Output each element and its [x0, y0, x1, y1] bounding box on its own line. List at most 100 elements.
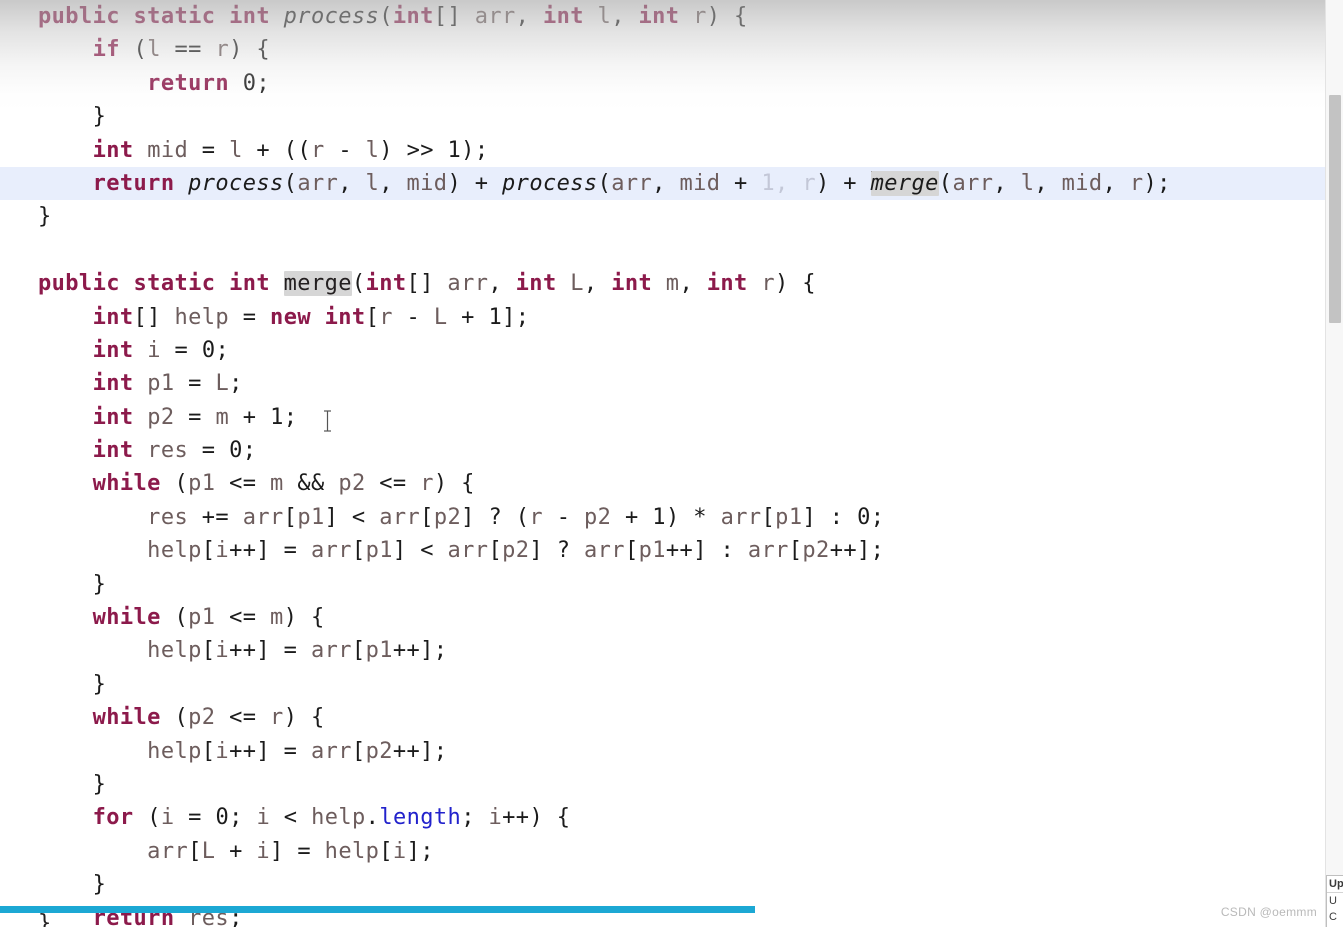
identifier-m: m: [270, 605, 284, 631]
punctuation: ,: [338, 170, 366, 196]
operator-lte: <=: [379, 471, 407, 497]
code-line[interactable]: public static int process(int[] arr, int…: [0, 0, 1343, 33]
code-line-blank[interactable]: [0, 234, 1343, 267]
code-line[interactable]: }: [0, 100, 1343, 133]
vertical-scrollbar-thumb[interactable]: [1329, 95, 1341, 323]
code-line[interactable]: public static int merge(int[] arr, int L…: [0, 267, 1343, 300]
code-line[interactable]: help[i++] = arr[p2++];: [0, 735, 1343, 768]
punctuation: ,: [652, 170, 680, 196]
punctuation: ;: [215, 337, 230, 363]
identifier-p1: p1: [775, 504, 803, 530]
operator-plus-assign: +=: [201, 504, 230, 530]
punctuation: ,: [515, 4, 543, 29]
number-literal: 0: [242, 70, 257, 96]
identifier-i: i: [215, 738, 230, 764]
identifier-arr: arr: [720, 504, 762, 530]
identifier-p2: p2: [584, 504, 612, 530]
punctuation: ): [665, 504, 680, 530]
punctuation: (: [174, 471, 189, 497]
keyword-for: for: [92, 805, 134, 831]
identifier-p2: p2: [365, 738, 393, 764]
code-line[interactable]: int i = 0;: [0, 334, 1343, 367]
identifier-l: l: [365, 170, 380, 196]
punctuation: (: [515, 504, 530, 530]
code-line[interactable]: }: [0, 868, 1343, 901]
code-line[interactable]: int mid = l + ((r - l) >> 1);: [0, 134, 1343, 167]
keyword-while: while: [92, 605, 161, 631]
operator-ternary: ?: [556, 538, 571, 564]
corner-panel-row[interactable]: Up: [1327, 876, 1343, 893]
punctuation: ,: [611, 4, 639, 29]
corner-panel-row[interactable]: C: [1327, 909, 1343, 925]
identifier-arr: arr: [584, 538, 625, 564]
code-line[interactable]: }: [0, 768, 1343, 801]
code-line[interactable]: res += arr[p1] < arr[p2] ? (r - p2 + 1) …: [0, 501, 1343, 534]
code-line[interactable]: }: [0, 200, 1343, 233]
operator-ternary: ?: [488, 504, 503, 530]
horizontal-scrollbar-track[interactable]: [0, 906, 1325, 913]
punctuation: ,: [993, 170, 1021, 196]
code-line[interactable]: while (p1 <= m) {: [0, 601, 1343, 634]
code-line[interactable]: }: [0, 668, 1343, 701]
keyword-int: int: [542, 4, 584, 29]
keyword-return: return: [147, 70, 230, 96]
identifier-p2: p2: [502, 538, 530, 564]
code-line[interactable]: help[i++] = arr[p1] < arr[p2] ? arr[p1++…: [0, 534, 1343, 567]
identifier-l: l: [1020, 170, 1035, 196]
method-name-process[interactable]: process: [284, 4, 380, 29]
identifier-arr: arr: [379, 504, 421, 530]
punctuation: ) +: [815, 170, 871, 196]
punctuation: [: [420, 504, 434, 530]
identifier-m: m: [270, 471, 284, 497]
punctuation: ) {: [283, 705, 325, 731]
number-literal: 0: [229, 438, 243, 464]
code-line-current[interactable]: return process(arr, l, mid) + process(ar…: [0, 166, 1343, 201]
code-line[interactable]: for (i = 0; i < help.length; i++) {: [0, 801, 1343, 834]
punctuation: [: [624, 538, 639, 564]
identifier-help: help: [147, 738, 202, 764]
code-line[interactable]: int p2 = m + 1;: [0, 401, 1343, 434]
identifier-p1: p1: [638, 538, 666, 564]
keyword-int: int: [229, 4, 270, 29]
code-line[interactable]: return 0;: [0, 67, 1343, 100]
identifier-m: m: [215, 404, 230, 430]
identifier-arr: arr: [242, 504, 284, 530]
code-line[interactable]: while (p1 <= m && p2 <= r) {: [0, 467, 1343, 500]
identifier-mid: mid: [406, 170, 448, 196]
punctuation: [: [488, 538, 503, 564]
punctuation: (: [133, 37, 148, 63]
code-line[interactable]: while (p2 <= r) {: [0, 701, 1343, 734]
operator-plus: + ((: [256, 137, 311, 163]
identifier-l: l: [147, 37, 161, 63]
closing-brace: }: [92, 571, 107, 597]
punctuation: ;: [256, 70, 271, 96]
editor-text-area[interactable]: public static int process(int[] arr, int…: [0, 0, 1343, 927]
keyword-public: public: [38, 4, 120, 29]
identifier-l: l: [229, 137, 243, 163]
method-call-merge-highlighted[interactable]: merge: [870, 170, 939, 196]
punctuation: (: [174, 605, 189, 631]
method-call-process[interactable]: process: [502, 171, 598, 196]
code-line[interactable]: int p1 = L;: [0, 367, 1343, 400]
code-line[interactable]: }: [0, 568, 1343, 601]
punctuation: [: [788, 538, 803, 564]
method-name-merge-highlighted[interactable]: merge: [283, 271, 352, 297]
code-line[interactable]: if (l == r) {: [0, 33, 1343, 66]
punctuation: ];: [406, 838, 434, 864]
punctuation: ,: [775, 170, 803, 196]
code-line[interactable]: int[] help = new int[r - L + 1];: [0, 301, 1343, 334]
operator-assign: =: [242, 304, 257, 330]
code-line[interactable]: int res = 0;: [0, 434, 1343, 467]
operator-lte: <=: [229, 471, 257, 497]
keyword-int: int: [365, 271, 407, 297]
horizontal-scrollbar-thumb[interactable]: [0, 906, 755, 913]
corner-panel-row[interactable]: U: [1327, 893, 1343, 909]
punctuation: (: [283, 170, 298, 196]
vertical-scrollbar-track[interactable]: [1325, 0, 1343, 927]
code-line[interactable]: help[i++] = arr[p1++];: [0, 634, 1343, 667]
punctuation: ) {: [706, 4, 748, 29]
method-call-process[interactable]: process: [188, 171, 284, 196]
code-line[interactable]: arr[L + i] = help[i];: [0, 835, 1343, 868]
punctuation: [: [201, 538, 216, 564]
clipped-corner-panel[interactable]: Up U C: [1326, 875, 1343, 927]
